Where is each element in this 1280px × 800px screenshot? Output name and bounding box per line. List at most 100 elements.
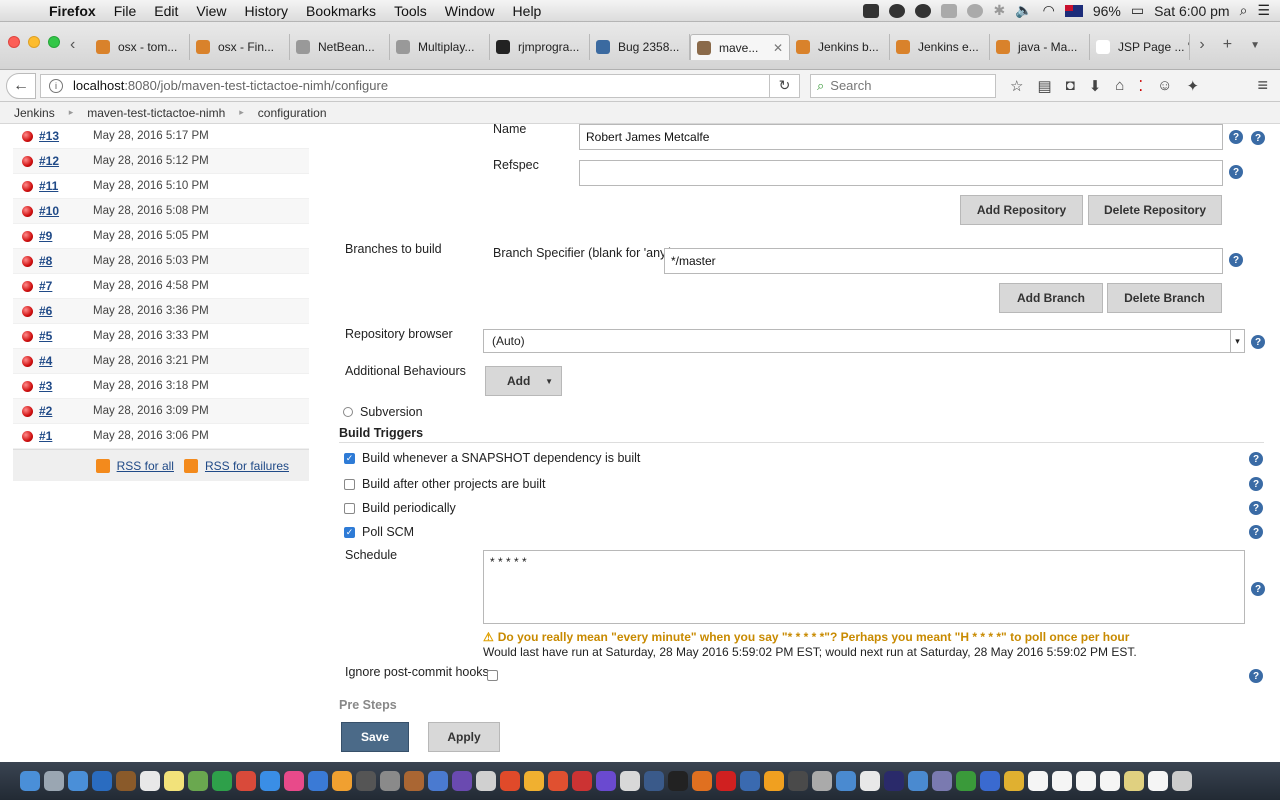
tab[interactable]: java - Ma... bbox=[990, 34, 1090, 60]
wifi-icon[interactable]: ◠ bbox=[1043, 2, 1055, 19]
tab[interactable]: Bug 2358... bbox=[590, 34, 690, 60]
close-tab-icon[interactable]: ✕ bbox=[773, 41, 783, 55]
tab[interactable]: Jenkins b... bbox=[790, 34, 890, 60]
dock-app-icon[interactable] bbox=[452, 771, 472, 791]
subversion-radio[interactable] bbox=[343, 407, 353, 417]
dock-app-icon[interactable] bbox=[548, 771, 568, 791]
battery-percent[interactable]: 96% bbox=[1093, 3, 1121, 19]
add-behaviour-button[interactable]: Add ▼ bbox=[485, 366, 562, 396]
dock-app-icon[interactable] bbox=[188, 771, 208, 791]
name-field[interactable] bbox=[579, 124, 1223, 150]
repository-browser-select[interactable]: (Auto) ▾ bbox=[483, 329, 1245, 353]
dock-app-icon[interactable] bbox=[476, 771, 496, 791]
downloads-icon[interactable]: ⬇ bbox=[1089, 77, 1102, 95]
delete-repository-button[interactable]: Delete Repository bbox=[1088, 195, 1222, 225]
dock-app-icon[interactable] bbox=[1028, 771, 1048, 791]
tray-bold-icon[interactable] bbox=[889, 3, 906, 18]
dock-app-icon[interactable] bbox=[836, 771, 856, 791]
tray-sync-icon[interactable] bbox=[915, 3, 932, 18]
dock-app-icon[interactable] bbox=[572, 771, 592, 791]
dock-app-icon[interactable] bbox=[1100, 771, 1120, 791]
menu-app-firefox[interactable]: Firefox bbox=[40, 3, 105, 19]
build-link[interactable]: #11 bbox=[39, 179, 93, 193]
help-icon[interactable]: ? bbox=[1229, 165, 1243, 179]
build-link[interactable]: #5 bbox=[39, 329, 93, 343]
help-icon[interactable]: ? bbox=[1229, 253, 1243, 267]
menu-file[interactable]: File bbox=[105, 3, 146, 19]
dock-app-icon[interactable] bbox=[308, 771, 328, 791]
dock-app-icon[interactable] bbox=[1004, 771, 1024, 791]
spotlight-icon[interactable]: ⌕ bbox=[1240, 2, 1248, 19]
help-icon[interactable]: ? bbox=[1251, 335, 1265, 349]
help-icon[interactable]: ? bbox=[1249, 525, 1263, 539]
save-button[interactable]: Save bbox=[341, 722, 409, 752]
dock-app-icon[interactable] bbox=[932, 771, 952, 791]
help-icon[interactable]: ? bbox=[1251, 131, 1265, 145]
bluetooth-icon[interactable]: ✱ bbox=[993, 2, 1005, 19]
rss-failures-link[interactable]: RSS for failures bbox=[205, 459, 289, 473]
chat-icon[interactable]: ☺ bbox=[1157, 77, 1172, 94]
open-menu-icon[interactable]: ≡ bbox=[1257, 75, 1268, 96]
build-link[interactable]: #2 bbox=[39, 404, 93, 418]
tab[interactable]: Jenkins e... bbox=[890, 34, 990, 60]
build-link[interactable]: #4 bbox=[39, 354, 93, 368]
dock-app-icon[interactable] bbox=[1148, 771, 1168, 791]
dock-app-icon[interactable] bbox=[1124, 771, 1144, 791]
help-icon[interactable]: ? bbox=[1229, 130, 1243, 144]
dock-app-icon[interactable] bbox=[524, 771, 544, 791]
build-link[interactable]: #1 bbox=[39, 429, 93, 443]
help-icon[interactable]: ? bbox=[1249, 501, 1263, 515]
tab[interactable]: rjmprogra... bbox=[490, 34, 590, 60]
build-date[interactable]: May 28, 2016 5:12 PM bbox=[93, 155, 209, 167]
dock-app-icon[interactable] bbox=[956, 771, 976, 791]
clock[interactable]: Sat 6:00 pm bbox=[1154, 3, 1230, 19]
bookmark-star-icon[interactable]: ☆ bbox=[1010, 77, 1023, 95]
dock-app-icon[interactable] bbox=[1076, 771, 1096, 791]
dock-app-icon[interactable] bbox=[788, 771, 808, 791]
dock-app-icon[interactable] bbox=[428, 771, 448, 791]
dock-app-icon[interactable] bbox=[860, 771, 880, 791]
menu-tools[interactable]: Tools bbox=[385, 3, 436, 19]
add-repository-button[interactable]: Add Repository bbox=[960, 195, 1083, 225]
build-link[interactable]: #12 bbox=[39, 154, 93, 168]
dock-app-icon[interactable] bbox=[884, 771, 904, 791]
dock-app-icon[interactable] bbox=[356, 771, 376, 791]
dock-app-icon[interactable] bbox=[68, 771, 88, 791]
tray-app-icon[interactable] bbox=[863, 3, 880, 18]
build-date[interactable]: May 28, 2016 3:18 PM bbox=[93, 380, 209, 392]
site-info-icon[interactable]: i bbox=[49, 78, 63, 93]
build-link[interactable]: #8 bbox=[39, 254, 93, 268]
dock-app-icon[interactable] bbox=[260, 771, 280, 791]
menu-help[interactable]: Help bbox=[504, 3, 551, 19]
dock-app-icon[interactable] bbox=[740, 771, 760, 791]
dock-app-icon[interactable] bbox=[404, 771, 424, 791]
breadcrumb-configuration[interactable]: configuration bbox=[244, 106, 341, 120]
build-link[interactable]: #13 bbox=[39, 129, 93, 143]
after-other-projects-checkbox[interactable] bbox=[344, 479, 355, 490]
dock-app-icon[interactable] bbox=[284, 771, 304, 791]
chevron-down-icon[interactable]: ▾ bbox=[1230, 330, 1244, 352]
build-date[interactable]: May 28, 2016 5:05 PM bbox=[93, 230, 209, 242]
minimize-window-button[interactable] bbox=[28, 36, 40, 48]
menu-bookmarks[interactable]: Bookmarks bbox=[297, 3, 385, 19]
dock-app-icon[interactable] bbox=[236, 771, 256, 791]
help-icon[interactable]: ? bbox=[1249, 477, 1263, 491]
dock-app-icon[interactable] bbox=[812, 771, 832, 791]
schedule-textarea[interactable]: * * * * * bbox=[483, 550, 1245, 624]
dock-app-icon[interactable] bbox=[140, 771, 160, 791]
dock-app-icon[interactable] bbox=[212, 771, 232, 791]
dock-app-icon[interactable] bbox=[332, 771, 352, 791]
build-date[interactable]: May 28, 2016 5:03 PM bbox=[93, 255, 209, 267]
reload-button[interactable]: ↻ bbox=[770, 73, 800, 98]
rss-all-link[interactable]: RSS for all bbox=[117, 459, 174, 473]
input-flag-icon[interactable] bbox=[1064, 4, 1083, 17]
dock-app-icon[interactable] bbox=[164, 771, 184, 791]
zoom-window-button[interactable] bbox=[48, 36, 60, 48]
help-icon[interactable]: ? bbox=[1249, 452, 1263, 466]
search-input[interactable]: ⌕ Search bbox=[810, 73, 996, 98]
dock-app-icon[interactable] bbox=[980, 771, 1000, 791]
search-engine-icon[interactable]: ⌕ bbox=[817, 78, 824, 94]
poll-scm-checkbox[interactable]: ✓ bbox=[344, 527, 355, 538]
menu-edit[interactable]: Edit bbox=[145, 3, 187, 19]
snapshot-trigger-checkbox[interactable]: ✓ bbox=[344, 453, 355, 464]
